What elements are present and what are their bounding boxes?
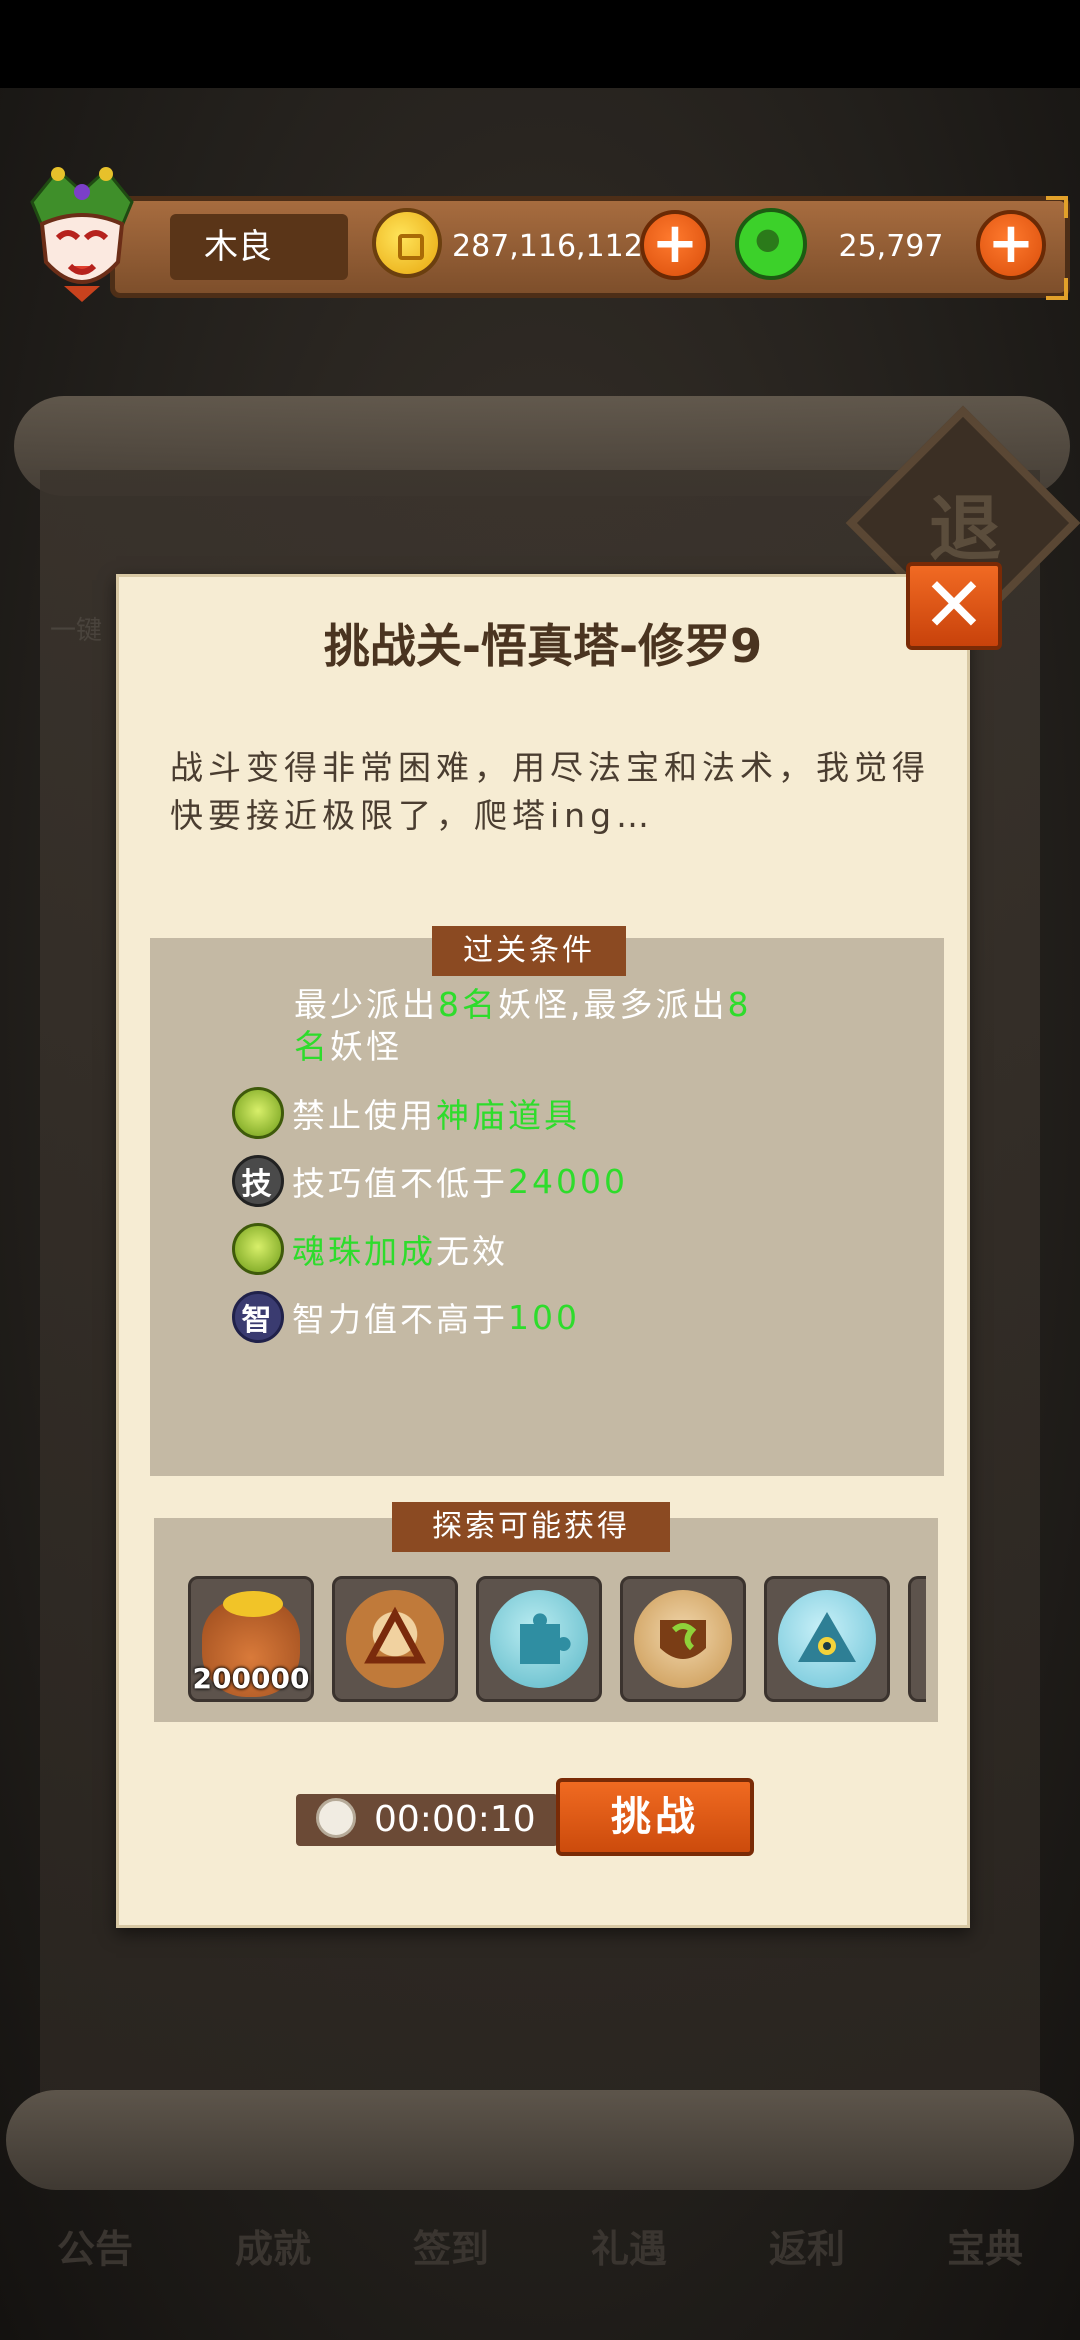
player-avatar[interactable] (18, 166, 146, 306)
puzzle-orb-icon (490, 1590, 588, 1688)
condition-text: 最少派出 (294, 985, 438, 1024)
reward-slot[interactable] (476, 1576, 602, 1702)
condition-text: 禁止使用 (292, 1096, 436, 1135)
gold-amount: 287,116,112 (452, 229, 643, 264)
reward-slot-partial[interactable] (908, 1576, 926, 1702)
shield-rune-orb-icon (634, 1590, 732, 1688)
condition-text: 智力值不高于 (292, 1300, 508, 1339)
conditions-header: 过关条件 (432, 926, 626, 976)
gold-coin-icon (372, 208, 442, 278)
skill-icon: 技 (232, 1155, 284, 1207)
condition-row: 技 技巧值不低于 24000 (232, 1154, 628, 1208)
condition-text: 妖怪,最多派出 (498, 985, 728, 1024)
soul-orb-icon (232, 1087, 284, 1139)
condition-highlight: 8 (727, 985, 752, 1024)
dialog-title: 挑战关-悟真塔-修罗9 (323, 619, 763, 673)
jade-currency-icon (735, 208, 807, 280)
rewards-header: 探索可能获得 (392, 1502, 670, 1552)
condition-row: 智 智力值不高于 100 (232, 1290, 580, 1344)
player-name[interactable]: 木良 (170, 214, 348, 280)
wisdom-icon: 智 (232, 1291, 284, 1343)
condition-highlight: 神庙道具 (436, 1096, 580, 1135)
gold-coins-icon (223, 1591, 283, 1617)
condition-highlight: 魂珠加成 (292, 1232, 436, 1271)
condition-row: 魂珠加成 无效 (232, 1222, 508, 1276)
condition-highlight: 100 (508, 1297, 580, 1337)
condition-text: 妖怪 (330, 1027, 402, 1066)
nav-rebate: 返利 (768, 2226, 845, 2271)
stopwatch-icon (316, 1798, 356, 1838)
jade-amount: 25,797 (838, 229, 944, 264)
challenge-button[interactable]: 挑战 (556, 1778, 754, 1856)
reward-quantity: 200000 (192, 1662, 310, 1695)
condition-row: 禁止使用 神庙道具 (232, 1086, 580, 1140)
condition-highlight: 8名 (438, 985, 498, 1024)
condition-highlight: 24000 (508, 1161, 628, 1201)
background-exit-label: 退 (928, 487, 1001, 571)
background-scroll-bottom (6, 2090, 1074, 2190)
reward-slot[interactable]: 200000 (188, 1576, 314, 1702)
timer-value: 00:00:10 (374, 1799, 536, 1840)
soul-orb-icon (232, 1223, 284, 1275)
nav-checkin: 签到 (412, 2226, 489, 2271)
triangle-rune-orb-icon (346, 1590, 444, 1688)
condition-deploy-count: 最少派出8名妖怪,最多派出8 名妖怪 (294, 984, 834, 1068)
nav-achievement: 成就 (234, 2226, 311, 2271)
eye-triangle-orb-icon (778, 1590, 876, 1688)
add-gold-button[interactable]: + (640, 210, 710, 280)
reward-slot[interactable] (764, 1576, 890, 1702)
nav-gift: 礼遇 (590, 2226, 667, 2271)
status-bar (0, 0, 1080, 88)
dialog-description: 战斗变得非常困难，用尽法宝和法术，我觉得快要接近极限了，爬塔ing… (170, 748, 930, 835)
jester-mask-icon (30, 167, 134, 302)
reward-slot[interactable] (620, 1576, 746, 1702)
nav-guide: 宝典 (946, 2226, 1023, 2271)
condition-text: 无效 (436, 1232, 508, 1271)
condition-highlight: 名 (294, 1027, 330, 1066)
background-onekey-label: 一键 (50, 616, 103, 646)
hud-corner-decoration (1046, 196, 1068, 218)
background-bottom-nav: 公告 成就 签到 礼遇 返利 宝典 (20, 2185, 1060, 2305)
reward-slot[interactable] (332, 1576, 458, 1702)
nav-announcement: 公告 (56, 2226, 133, 2271)
add-jade-button[interactable]: + (976, 210, 1046, 280)
condition-text: 技巧值不低于 (292, 1164, 508, 1203)
countdown-timer: 00:00:10 (296, 1794, 558, 1846)
hud-corner-decoration (1046, 278, 1068, 300)
